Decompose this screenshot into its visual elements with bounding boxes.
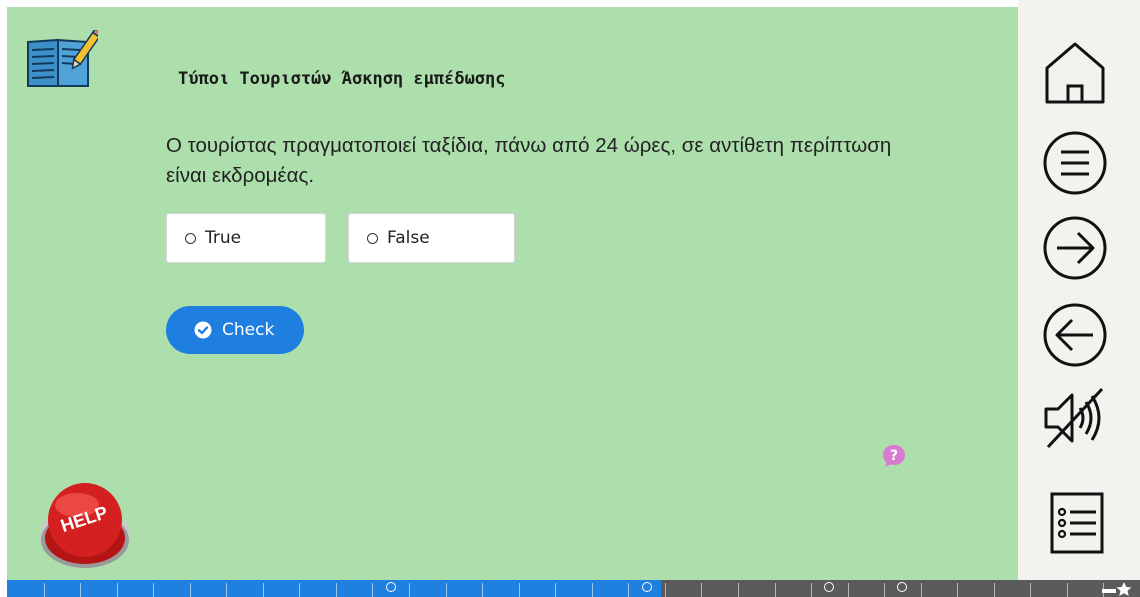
menu-icon bbox=[1043, 131, 1107, 195]
back-button[interactable] bbox=[1040, 300, 1110, 370]
progress-tick bbox=[628, 583, 629, 597]
progress-tick bbox=[592, 583, 593, 597]
progress-tick bbox=[372, 583, 373, 597]
progress-tick bbox=[117, 583, 118, 597]
progress-tick bbox=[153, 583, 154, 597]
progress-tick bbox=[44, 583, 45, 597]
progress-tick bbox=[519, 583, 520, 597]
next-button[interactable] bbox=[1040, 213, 1110, 283]
progress-tick bbox=[299, 583, 300, 597]
progress-tick bbox=[848, 583, 849, 597]
progress-tick bbox=[555, 583, 556, 597]
arrow-left-icon bbox=[1043, 303, 1107, 367]
radio-icon bbox=[185, 232, 196, 244]
exercise-title: Τύποι Τουριστών Άσκηση εμπέδωσης bbox=[178, 69, 506, 89]
progress-tick bbox=[738, 583, 739, 597]
progress-tick bbox=[263, 583, 264, 597]
progress-marker[interactable] bbox=[824, 582, 834, 592]
progress-tick bbox=[80, 583, 81, 597]
home-button[interactable] bbox=[1040, 38, 1110, 108]
progress-tick bbox=[701, 583, 702, 597]
arrow-right-icon bbox=[1043, 216, 1107, 280]
progress-tick bbox=[409, 583, 410, 597]
progress-tick bbox=[1067, 583, 1068, 597]
progress-marker[interactable] bbox=[642, 582, 652, 592]
option-true[interactable]: True bbox=[166, 213, 326, 263]
check-circle-icon bbox=[194, 321, 212, 339]
progress-tick bbox=[446, 583, 447, 597]
sound-muted-icon bbox=[1044, 387, 1104, 449]
option-label: False bbox=[387, 228, 430, 248]
exercise-stage bbox=[7, 7, 1018, 580]
option-label: True bbox=[205, 228, 242, 248]
bookmark-star-icon[interactable] bbox=[1100, 581, 1134, 597]
progress-tick bbox=[994, 583, 995, 597]
progress-tick bbox=[336, 583, 337, 597]
svg-text:?: ? bbox=[890, 448, 898, 464]
progress-tick bbox=[921, 583, 922, 597]
notebook-icon bbox=[27, 30, 98, 87]
progress-fill bbox=[7, 580, 661, 597]
check-button[interactable]: Check bbox=[166, 306, 304, 354]
progress-tick bbox=[811, 583, 812, 597]
progress-tick bbox=[1030, 583, 1031, 597]
menu-button[interactable] bbox=[1040, 128, 1110, 198]
progress-tick bbox=[226, 583, 227, 597]
question-text: Ο τουρίστας πραγματοποιεί ταξίδια, πάνω … bbox=[166, 134, 892, 187]
progress-bar bbox=[7, 580, 1140, 597]
radio-icon bbox=[367, 232, 378, 244]
progress-tick bbox=[957, 583, 958, 597]
home-icon bbox=[1045, 42, 1105, 104]
progress-marker[interactable] bbox=[897, 582, 907, 592]
progress-tick bbox=[775, 583, 776, 597]
task-list-button[interactable] bbox=[1040, 488, 1110, 558]
check-label: Check bbox=[222, 320, 275, 340]
hint-question-icon[interactable]: ? bbox=[881, 443, 907, 469]
progress-marker[interactable] bbox=[386, 582, 396, 592]
progress-tick bbox=[1103, 583, 1104, 597]
progress-tick bbox=[190, 583, 191, 597]
progress-tick bbox=[884, 583, 885, 597]
sound-toggle-button[interactable] bbox=[1040, 383, 1110, 453]
progress-tick bbox=[665, 583, 666, 597]
help-button[interactable]: HELP bbox=[37, 480, 133, 570]
list-icon bbox=[1050, 492, 1104, 554]
option-false[interactable]: False bbox=[348, 213, 515, 263]
progress-tick bbox=[482, 583, 483, 597]
